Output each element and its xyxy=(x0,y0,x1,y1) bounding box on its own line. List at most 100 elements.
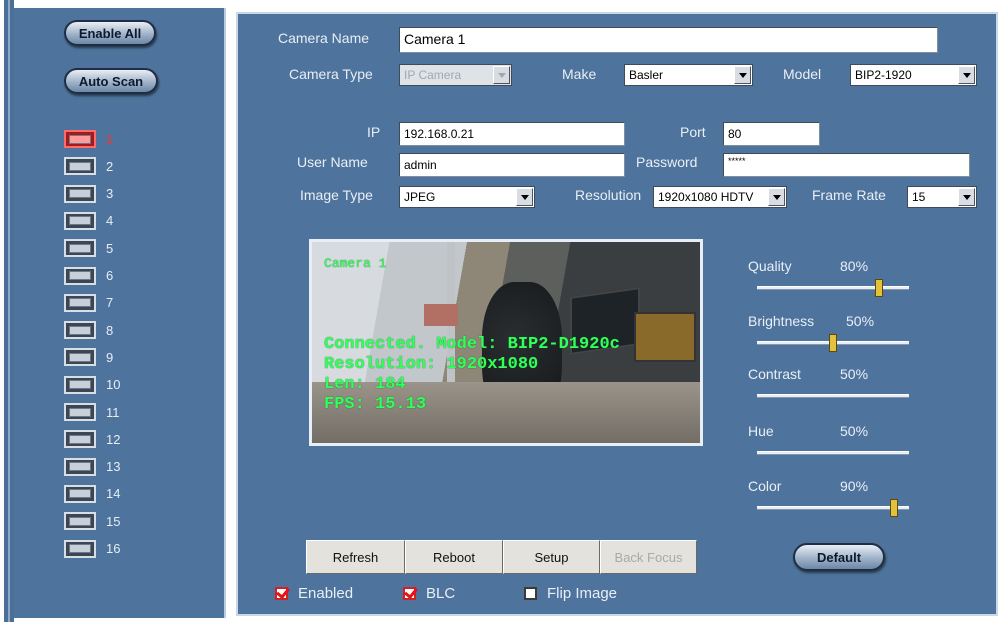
camera-icon xyxy=(64,403,96,421)
back-focus-button[interactable]: Back Focus xyxy=(600,540,697,574)
auto-scan-button[interactable]: Auto Scan xyxy=(64,68,158,94)
chevron-down-icon xyxy=(493,66,510,84)
user-name-field[interactable]: admin xyxy=(399,153,625,177)
ip-field[interactable]: 192.168.0.21 xyxy=(399,122,625,146)
slider-value: 50% xyxy=(846,313,875,329)
camera-list-item[interactable]: 12 xyxy=(64,429,130,449)
camera-list-item[interactable]: 10 xyxy=(64,375,130,395)
camera-number: 3 xyxy=(106,186,114,202)
camera-list-item[interactable]: 3 xyxy=(64,184,130,204)
slider-label: Brightness xyxy=(748,313,815,329)
camera-settings-window: Enable All Auto Scan 1 2 3 4 5 6 7 8 9 10 11 12 13 14… xyxy=(0,0,1005,622)
slider-thumb[interactable] xyxy=(874,279,883,297)
camera-number: 9 xyxy=(106,349,114,365)
camera-list-item[interactable]: 4 xyxy=(64,211,130,231)
camera-icon xyxy=(64,239,96,258)
preview-fps-line: FPS: 15.13 xyxy=(324,395,427,414)
camera-icon xyxy=(64,484,96,503)
chevron-down-icon xyxy=(958,66,975,84)
camera-icon xyxy=(64,184,96,203)
camera-number: 8 xyxy=(106,322,114,338)
camera-icon xyxy=(64,321,96,340)
camera-list-item[interactable]: 5 xyxy=(64,238,130,258)
setup-button[interactable]: Setup xyxy=(503,540,600,574)
camera-number: 10 xyxy=(106,377,121,393)
slider-track[interactable] xyxy=(757,279,909,297)
camera-list-item[interactable]: 13 xyxy=(64,457,130,477)
camera-list-item[interactable]: 16 xyxy=(64,539,130,559)
camera-list-item[interactable]: 1 xyxy=(64,129,130,149)
refresh-button[interactable]: Refresh xyxy=(306,540,405,574)
camera-list-item[interactable]: 14 xyxy=(64,484,130,504)
camera-number: 4 xyxy=(106,213,114,229)
camera-type-select[interactable]: IP Camera xyxy=(399,64,512,86)
slider-track[interactable] xyxy=(757,451,909,455)
frame-rate-label: Frame Rate xyxy=(812,187,886,203)
make-label: Make xyxy=(562,66,597,82)
make-value: Basler xyxy=(629,68,664,82)
camera-list-item[interactable]: 6 xyxy=(64,266,130,286)
enabled-checkbox[interactable]: Enabled xyxy=(275,585,353,602)
camera-type-label: Camera Type xyxy=(289,66,373,82)
frame-rate-value: 15 xyxy=(912,190,926,204)
camera-icon xyxy=(64,539,96,558)
camera-list-item[interactable]: 8 xyxy=(64,320,130,340)
camera-number: 11 xyxy=(106,404,120,420)
password-label: Password xyxy=(636,154,698,170)
image-type-select[interactable]: JPEG xyxy=(399,186,535,208)
camera-list-item[interactable]: 7 xyxy=(64,293,130,313)
preview-poster xyxy=(424,304,458,326)
slider-value: 50% xyxy=(840,366,869,382)
camera-name-field[interactable]: Camera 1 xyxy=(399,27,938,53)
slider-value: 80% xyxy=(840,258,869,274)
camera-icon xyxy=(64,430,96,449)
blc-checkbox[interactable]: BLC xyxy=(403,585,455,602)
make-select[interactable]: Basler xyxy=(624,64,753,86)
camera-list-item[interactable]: 15 xyxy=(64,511,130,531)
camera-number: 15 xyxy=(106,513,121,529)
model-value: BIP2-1920 xyxy=(855,68,912,82)
chevron-down-icon xyxy=(734,66,751,84)
flip-image-checkbox[interactable]: Flip Image xyxy=(524,585,617,602)
enabled-label: Enabled xyxy=(298,585,354,602)
slider-track[interactable] xyxy=(757,334,909,352)
port-label: Port xyxy=(680,124,706,140)
slider-track[interactable] xyxy=(757,394,909,398)
camera-number: 7 xyxy=(106,295,114,311)
camera-number: 12 xyxy=(106,431,121,447)
password-field[interactable]: ***** xyxy=(723,153,970,177)
slider-thumb[interactable] xyxy=(889,499,898,517)
blc-label: BLC xyxy=(426,585,456,602)
camera-number: 13 xyxy=(106,459,121,475)
reboot-button[interactable]: Reboot xyxy=(405,540,503,574)
camera-list-item[interactable]: 2 xyxy=(64,156,130,176)
enable-all-button[interactable]: Enable All xyxy=(64,20,156,46)
slider-thumb[interactable] xyxy=(829,334,837,352)
frame-rate-select[interactable]: 15 xyxy=(907,186,977,208)
camera-number: 14 xyxy=(106,486,121,502)
camera-icon xyxy=(64,348,96,367)
resolution-label: Resolution xyxy=(575,187,642,203)
flip-image-label: Flip Image xyxy=(547,585,618,602)
camera-number: 6 xyxy=(106,268,114,283)
chevron-down-icon xyxy=(768,188,785,206)
model-select[interactable]: BIP2-1920 xyxy=(850,64,977,86)
port-field[interactable]: 80 xyxy=(723,122,820,146)
slider-track[interactable] xyxy=(757,499,909,517)
resolution-select[interactable]: 1920x1080 HDTV xyxy=(653,186,787,208)
ip-label: IP xyxy=(367,124,381,140)
checkbox-unchecked-icon xyxy=(524,587,537,600)
camera-type-value: IP Camera xyxy=(404,68,462,82)
camera-icon xyxy=(64,375,96,394)
camera-list-item[interactable]: 11 xyxy=(64,402,130,422)
camera-icon xyxy=(64,157,96,176)
camera-number: 2 xyxy=(106,158,114,174)
default-button[interactable]: Default xyxy=(793,543,885,571)
window-edge xyxy=(0,0,14,622)
slider-label: Color xyxy=(748,478,782,494)
camera-number: 1 xyxy=(106,131,114,147)
camera-list-item[interactable]: 9 xyxy=(64,347,130,367)
preview-length-line: Len: 184 xyxy=(324,375,406,394)
image-type-label: Image Type xyxy=(300,187,373,203)
camera-icon xyxy=(64,266,96,285)
